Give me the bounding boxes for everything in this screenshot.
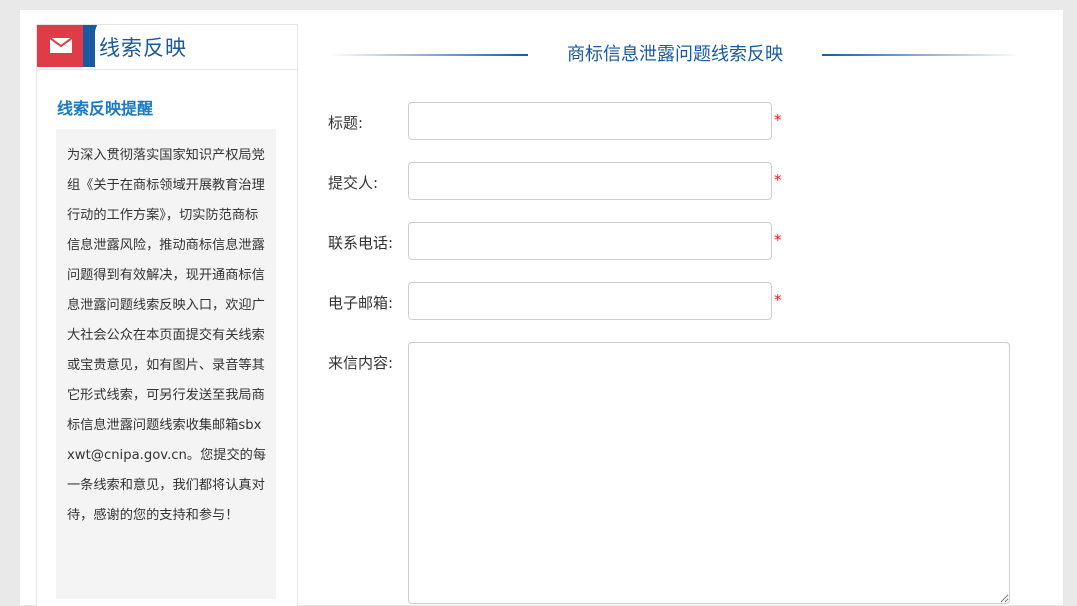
required-mark: * bbox=[774, 291, 782, 309]
sidebar: 线索反映 线索反映提醒 为深入贯彻落实国家知识产权局党组《关于在商标领域开展教育… bbox=[36, 24, 298, 606]
page-container: 线索反映 线索反映提醒 为深入贯彻落实国家知识产权局党组《关于在商标领域开展教育… bbox=[20, 10, 1063, 606]
content-textarea[interactable] bbox=[408, 342, 1010, 604]
email-input[interactable] bbox=[408, 282, 772, 320]
notice-text: 为深入贯彻落实国家知识产权局党组《关于在商标领域开展教育治理行动的工作方案》，切… bbox=[56, 129, 276, 599]
title-input[interactable] bbox=[408, 102, 772, 140]
content-label: 来信内容: bbox=[328, 354, 394, 372]
required-mark: * bbox=[774, 111, 782, 129]
title-divider-right bbox=[822, 54, 1020, 56]
form-title-bar: 商标信息泄露问题线索反映 bbox=[330, 40, 1020, 68]
mail-icon bbox=[50, 38, 72, 53]
required-mark: * bbox=[774, 171, 782, 189]
submitter-label: 提交人: bbox=[328, 174, 379, 192]
required-mark: * bbox=[774, 231, 782, 249]
sidebar-title: 线索反映 bbox=[99, 36, 187, 60]
notice-heading: 线索反映提醒 bbox=[57, 99, 154, 118]
submitter-input[interactable] bbox=[408, 162, 772, 200]
form-title: 商标信息泄露问题线索反映 bbox=[567, 44, 783, 65]
email-label: 电子邮箱: bbox=[328, 294, 394, 312]
title-label: 标题: bbox=[328, 114, 364, 132]
sidebar-header: 线索反映 bbox=[37, 25, 297, 70]
phone-input[interactable] bbox=[408, 222, 772, 260]
phone-label: 联系电话: bbox=[328, 234, 394, 252]
